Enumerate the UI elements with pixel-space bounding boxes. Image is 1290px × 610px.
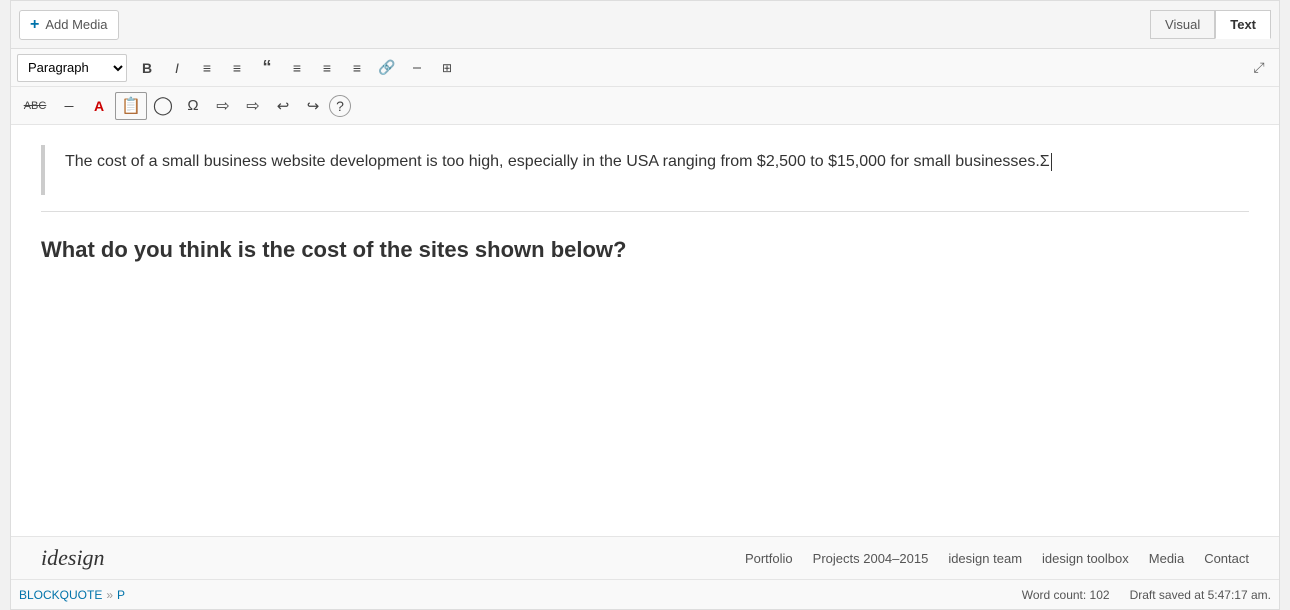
add-media-button[interactable]: + Add Media xyxy=(19,10,119,40)
breadcrumb-blockquote[interactable]: BLOCKQUOTE xyxy=(19,588,102,602)
horizontal-rule-button[interactable]: ⎯ xyxy=(55,92,83,120)
footer-nav-team[interactable]: idesign team xyxy=(948,551,1022,566)
align-center-button[interactable]: ≡ xyxy=(313,54,341,82)
word-count: Word count: 102 xyxy=(1022,588,1110,602)
more-tag-button[interactable]: ⎯ xyxy=(403,54,431,82)
footer-nav-portfolio[interactable]: Portfolio xyxy=(745,551,793,566)
text-cursor xyxy=(1051,153,1052,171)
tab-text[interactable]: Text xyxy=(1215,10,1271,39)
blockquote-text: The cost of a small business website dev… xyxy=(65,153,1040,170)
footer-nav-toolbox[interactable]: idesign toolbox xyxy=(1042,551,1129,566)
footer-nav-contact[interactable]: Contact xyxy=(1204,551,1249,566)
clear-format-button[interactable]: ◯ xyxy=(149,92,177,120)
status-bar: BLOCKQUOTE » P Word count: 102 Draft sav… xyxy=(11,579,1279,609)
paragraph-select[interactable]: Paragraph Heading 1 Heading 2 Heading 3 … xyxy=(17,54,127,82)
blockquote-button[interactable]: “ xyxy=(253,54,281,82)
paste-text-button[interactable]: 📋 xyxy=(115,92,147,120)
editor-divider xyxy=(41,211,1249,212)
italic-button[interactable]: I xyxy=(163,54,191,82)
bold-button[interactable]: B xyxy=(133,54,161,82)
unordered-list-button[interactable]: ≡ xyxy=(193,54,221,82)
footer-bar: idesign Portfolio Projects 2004–2015 ide… xyxy=(11,536,1279,579)
breadcrumb-p[interactable]: P xyxy=(117,588,125,602)
toolbar-row-2: ABC ⎯ A 📋 ◯ Ω ⇨ ⇨ ↩ ↪ ? xyxy=(11,87,1279,125)
heading-paragraph: What do you think is the cost of the sit… xyxy=(41,232,1249,267)
breadcrumb-separator: » xyxy=(106,588,113,602)
link-button[interactable]: 🔗 xyxy=(373,54,401,82)
special-char-button[interactable]: Ω xyxy=(179,92,207,120)
breadcrumb: BLOCKQUOTE » P xyxy=(19,588,125,602)
footer-logo: idesign xyxy=(41,545,105,571)
footer-nav-media[interactable]: Media xyxy=(1149,551,1184,566)
align-left-button[interactable]: ≡ xyxy=(283,54,311,82)
help-button[interactable]: ? xyxy=(329,95,351,117)
special-char-sigma: Σ xyxy=(1040,153,1050,170)
footer-nav-projects[interactable]: Projects 2004–2015 xyxy=(813,551,929,566)
strikethrough-button[interactable]: ABC xyxy=(17,92,53,120)
blockquote-content: The cost of a small business website dev… xyxy=(41,145,1249,195)
toolbar-row-1: Paragraph Heading 1 Heading 2 Heading 3 … xyxy=(11,49,1279,87)
align-right-button[interactable]: ≡ xyxy=(343,54,371,82)
tab-visual[interactable]: Visual xyxy=(1150,10,1215,39)
draft-status: Draft saved at 5:47:17 am. xyxy=(1130,588,1271,602)
toolbar-toggle-button[interactable]: ⊞ xyxy=(433,54,461,82)
undo-button[interactable]: ↩ xyxy=(269,92,297,120)
editor-content[interactable]: The cost of a small business website dev… xyxy=(11,125,1279,536)
blockquote-paragraph: The cost of a small business website dev… xyxy=(65,149,1249,175)
add-media-label: Add Media xyxy=(45,17,107,32)
ordered-list-button[interactable]: ≡ xyxy=(223,54,251,82)
top-bar: + Add Media Visual Text xyxy=(11,1,1279,49)
text-color-button[interactable]: A xyxy=(85,92,113,120)
outdent-button[interactable]: ⇨ xyxy=(209,92,237,120)
indent-button[interactable]: ⇨ xyxy=(239,92,267,120)
expand-button[interactable]: ⤢ xyxy=(1245,54,1273,82)
add-media-icon: + xyxy=(30,16,39,34)
view-tabs: Visual Text xyxy=(1150,10,1271,39)
redo-button[interactable]: ↪ xyxy=(299,92,327,120)
footer-nav: Portfolio Projects 2004–2015 idesign tea… xyxy=(745,551,1249,566)
